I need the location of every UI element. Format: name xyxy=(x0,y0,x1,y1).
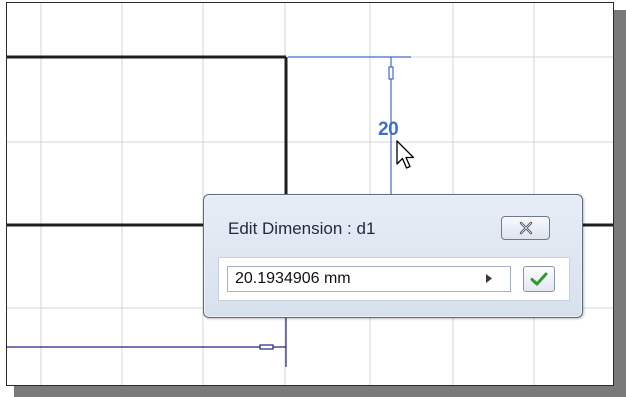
mouse-pointer-icon xyxy=(396,140,415,169)
edit-dimension-dialog: Edit Dimension : d1 xyxy=(203,194,583,318)
dialog-title: Edit Dimension : d1 xyxy=(228,219,376,238)
dimension-arrowhead xyxy=(388,66,394,80)
dialog-body xyxy=(218,257,570,301)
dimension-value-input[interactable] xyxy=(227,266,511,292)
close-x-icon xyxy=(519,221,532,235)
dimension-value-label[interactable]: 20 xyxy=(378,119,399,141)
close-button[interactable] xyxy=(501,216,550,240)
triangle-right-icon[interactable] xyxy=(485,273,493,284)
lower-arrowhead xyxy=(259,344,274,350)
accept-button[interactable] xyxy=(523,266,555,292)
green-checkmark-icon xyxy=(530,272,548,286)
